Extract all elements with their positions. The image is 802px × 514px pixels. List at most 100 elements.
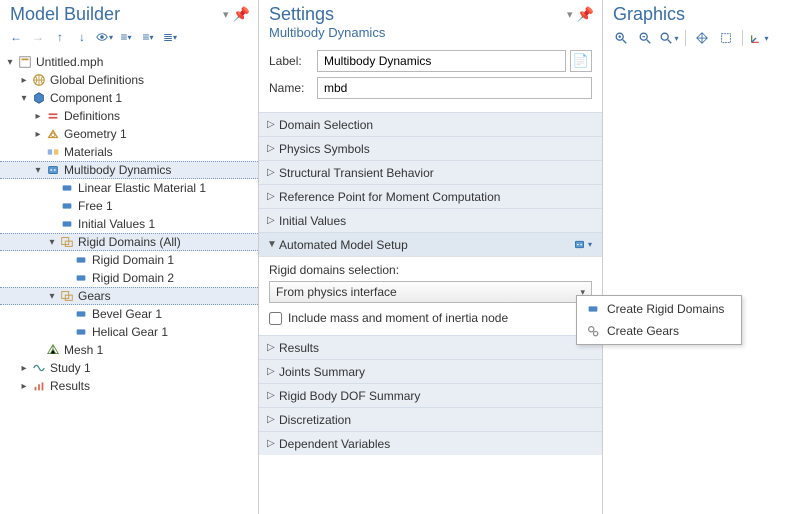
forward-button: → [28, 27, 48, 47]
tree-node[interactable]: ▸Definitions [0, 107, 258, 125]
tree-node[interactable]: ▾ Gears [0, 287, 258, 305]
section-header[interactable]: ▷Initial Values [259, 208, 602, 232]
label-input[interactable] [317, 50, 566, 72]
model-builder-toolbar: ← → ↑ ↓ ▾ ≡▾ ≡▾ ≣▾ [0, 25, 258, 51]
show-button[interactable]: ▾ [94, 27, 114, 47]
section-title: Automated Model Setup [279, 238, 594, 252]
tree-node[interactable]: Rigid Domain 1 [0, 251, 258, 269]
collapse-button[interactable]: ≡▾ [116, 27, 136, 47]
group-icon [59, 288, 75, 304]
section-header[interactable]: ▷Dependent Variables [259, 431, 602, 455]
section-header[interactable]: ▷Results [259, 335, 602, 359]
tree-node[interactable]: Linear Elastic Material 1 [0, 179, 258, 197]
section-header[interactable]: ▷Joints Summary [259, 359, 602, 383]
model-builder-title: Model Builder [10, 4, 120, 25]
section-header[interactable]: ▷Discretization [259, 407, 602, 431]
tree-node[interactable]: ▾ Multibody Dynamics [0, 161, 258, 179]
section-title: Results [279, 341, 594, 355]
include-mass-input[interactable] [269, 312, 282, 325]
tree-node[interactable]: Materials [0, 143, 258, 161]
tree-node-label: Mesh 1 [64, 343, 103, 357]
twisty-icon[interactable]: ▸ [32, 129, 44, 140]
rigid-selection-dropdown[interactable]: From physics interface▾ [269, 281, 592, 303]
popup-item[interactable]: Create Gears [579, 320, 739, 342]
twisty-icon[interactable]: ▾ [4, 57, 16, 68]
selection-label: Rigid domains selection: [269, 263, 592, 277]
mph-icon [17, 54, 33, 70]
graphics-panel: Graphics ▾ ▾ [603, 0, 802, 514]
label-options-button[interactable]: 📄 [570, 50, 592, 72]
pin-icon[interactable]: 📌 [577, 6, 594, 23]
automated-setup-popup: Create Rigid DomainsCreate Gears [576, 295, 742, 345]
section-title: Domain Selection [279, 118, 594, 132]
dropdown-icon[interactable]: ▾ [567, 8, 573, 21]
twisty-icon[interactable]: ▾ [32, 165, 44, 176]
tree-node[interactable]: Helical Gear 1 [0, 323, 258, 341]
zoom-box-button[interactable] [716, 29, 736, 47]
include-mass-checkbox[interactable]: Include mass and moment of inertia node [269, 311, 592, 325]
tree-node[interactable]: ▾ Untitled.mph [0, 53, 258, 71]
twisty-icon[interactable]: ▾ [18, 93, 30, 104]
tree-node-label: Multibody Dynamics [64, 163, 171, 177]
graphics-toolbar: ▾ ▾ [603, 25, 802, 51]
axis-button[interactable]: ▾ [749, 29, 769, 47]
section-body: Rigid domains selection: From physics int… [259, 256, 602, 335]
twisty-icon[interactable]: ▸ [18, 381, 30, 392]
tree-node-label: Untitled.mph [36, 55, 103, 69]
twisty-icon[interactable]: ▸ [32, 111, 44, 122]
tree-node-label: Geometry 1 [64, 127, 127, 141]
equals-icon [45, 108, 61, 124]
tree-node[interactable]: Bevel Gear 1 [0, 305, 258, 323]
tree-node[interactable]: Initial Values 1 [0, 215, 258, 233]
twisty-icon[interactable]: ▸ [18, 363, 30, 374]
automated-setup-action-button[interactable]: ▾ [558, 238, 592, 251]
zoom-in-button[interactable] [611, 29, 631, 47]
pan-button[interactable] [692, 29, 712, 47]
feature-icon [59, 198, 75, 214]
section-header[interactable]: ▷Reference Point for Moment Computation [259, 184, 602, 208]
section-header[interactable]: ▷Domain Selection [259, 112, 602, 136]
caret-icon: ▼ [267, 239, 279, 250]
caret-icon: ▷ [267, 143, 279, 154]
up-button[interactable]: ↑ [50, 27, 70, 47]
expand-button[interactable]: ≡▾ [138, 27, 158, 47]
materials-icon [45, 144, 61, 160]
tree-node[interactable]: ▸ Study 1 [0, 359, 258, 377]
tree-node[interactable]: ▸ Geometry 1 [0, 125, 258, 143]
twisty-icon[interactable]: ▸ [18, 75, 30, 86]
tree-node-label: Gears [78, 289, 111, 303]
section-header[interactable]: ▷Physics Symbols [259, 136, 602, 160]
twisty-icon[interactable]: ▾ [46, 291, 58, 302]
tree-node-label: Linear Elastic Material 1 [78, 181, 206, 195]
tree-node-label: Study 1 [50, 361, 91, 375]
settings-subtitle: Multibody Dynamics [259, 25, 602, 46]
zoom-out-button[interactable] [635, 29, 655, 47]
study-icon [31, 360, 47, 376]
section-header[interactable]: ▼Automated Model Setup▾ [259, 232, 602, 256]
settings-sections: ▷Domain Selection▷Physics Symbols▷Struct… [259, 112, 602, 455]
popup-item[interactable]: Create Rigid Domains [579, 298, 739, 320]
tree-node[interactable]: ▸Results [0, 377, 258, 395]
physics-icon [45, 162, 61, 178]
twisty-icon[interactable]: ▾ [46, 237, 58, 248]
section-header[interactable]: ▷Structural Transient Behavior [259, 160, 602, 184]
model-tree[interactable]: ▾ Untitled.mph ▸Global Definitions▾Compone… [0, 51, 258, 514]
tree-node[interactable]: ▸Global Definitions [0, 71, 258, 89]
tree-node[interactable]: ▾Component 1 [0, 89, 258, 107]
back-button[interactable]: ← [6, 27, 26, 47]
feature-icon [73, 324, 89, 340]
zoom-extents-button[interactable]: ▾ [659, 29, 679, 47]
pin-icon[interactable]: 📌 [233, 6, 250, 23]
tree-node[interactable]: Rigid Domain 2 [0, 269, 258, 287]
section-header[interactable]: ▷Rigid Body DOF Summary [259, 383, 602, 407]
name-input[interactable] [317, 77, 592, 99]
tree-node[interactable]: Free 1 [0, 197, 258, 215]
tree-node[interactable]: ▾Rigid Domains (All) [0, 233, 258, 251]
graphics-canvas[interactable] [603, 51, 802, 514]
caret-icon: ▷ [267, 414, 279, 425]
tree-options-button[interactable]: ≣▾ [160, 27, 180, 47]
dropdown-icon[interactable]: ▾ [223, 8, 229, 21]
down-button[interactable]: ↓ [72, 27, 92, 47]
settings-panel: Settings ▾ 📌 Multibody Dynamics Label: 📄… [259, 0, 603, 514]
tree-node[interactable]: Mesh 1 [0, 341, 258, 359]
